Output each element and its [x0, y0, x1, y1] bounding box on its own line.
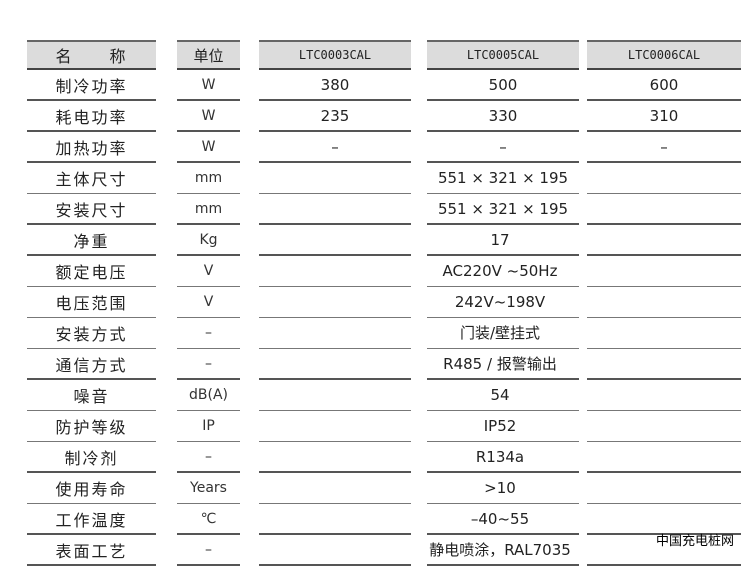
row-merged-value: R134a: [475, 447, 525, 466]
row-value-model-2: 500: [427, 70, 579, 101]
row-unit: W: [177, 101, 240, 132]
row-name: 制冷剂: [27, 442, 156, 473]
row-value-model-3: –: [587, 132, 741, 163]
row-value-model-3: [587, 194, 741, 225]
row-name: 主体尺寸: [27, 163, 156, 194]
row-value-model-1: [259, 163, 411, 194]
row-merged-value: 门装/壁挂式: [459, 324, 541, 342]
row-name: 安装方式: [27, 318, 156, 349]
row-name: 噪音: [27, 380, 156, 411]
row-name: 净重: [27, 225, 156, 256]
header-model-3: LTC0006CAL: [587, 40, 741, 70]
row-name: 工作温度: [27, 504, 156, 535]
row-value-model-2: 551 × 321 × 195: [427, 163, 579, 194]
row-value-model-1: 235: [259, 101, 411, 132]
row-value-model-1: –: [259, 132, 411, 163]
header-unit: 单位: [177, 40, 240, 70]
row-unit: mm: [177, 194, 240, 225]
row-name: 通信方式: [27, 349, 156, 380]
row-merged-value: 17: [490, 230, 510, 249]
header-model-2: LTC0005CAL: [427, 40, 579, 70]
row-value-model-2: 551 × 321 × 195: [427, 194, 579, 225]
unit-column: 单位 W W Wmm mm Kg V V – – dB(A) IP – Years ℃ –: [177, 40, 240, 566]
row-merged-value: IP52: [483, 416, 517, 435]
row-merged-value: R485 / 报警输出: [443, 355, 557, 373]
row-unit: mm: [177, 163, 240, 194]
row-value-model-3: 310: [587, 101, 741, 132]
row-value-model-1: [259, 194, 411, 225]
row-value-model-2: 330: [427, 101, 579, 132]
row-unit: V: [177, 256, 240, 287]
row-name: 耗电功率: [27, 101, 156, 132]
header-name: 名 称: [27, 40, 156, 70]
row-unit: dB(A): [177, 380, 240, 411]
watermark: 中国充电桩网: [656, 534, 735, 549]
row-unit: Years: [177, 473, 240, 504]
row-merged-value: –40~55: [470, 509, 530, 528]
row-value-model-1: 380: [259, 70, 411, 101]
header-model-1: LTC0003CAL: [259, 40, 411, 70]
row-name: 额定电压: [27, 256, 156, 287]
row-unit: –: [177, 535, 240, 566]
row-name: 使用寿命: [27, 473, 156, 504]
row-merged-value: 242V~198V: [454, 292, 546, 311]
row-name: 防护等级: [27, 411, 156, 442]
row-unit: –: [177, 318, 240, 349]
row-value-model-2: –: [427, 132, 579, 163]
row-value-model-3: 600: [587, 70, 741, 101]
row-unit: IP: [177, 411, 240, 442]
name-column: 名 称 制冷功率 耗电功率 加热功率 主体尺寸 安装尺寸 净重 额定电压 电压范围 安装方式 通信…: [27, 40, 156, 566]
row-name: 安装尺寸: [27, 194, 156, 225]
row-merged-value: >10: [484, 478, 516, 497]
row-unit: –: [177, 349, 240, 380]
row-name: 加热功率: [27, 132, 156, 163]
row-unit: –: [177, 442, 240, 473]
row-merged-value: 54: [490, 385, 510, 404]
row-name: 制冷功率: [27, 70, 156, 101]
row-unit: V: [177, 287, 240, 318]
row-unit: Kg: [177, 225, 240, 256]
row-name: 电压范围: [27, 287, 156, 318]
row-name: 表面工艺: [27, 535, 156, 566]
row-unit: W: [177, 132, 240, 163]
row-unit: W: [177, 70, 240, 101]
row-unit: ℃: [177, 504, 240, 535]
row-merged-value: AC220V ~50Hz: [442, 261, 558, 280]
row-value-model-3: [587, 163, 741, 194]
